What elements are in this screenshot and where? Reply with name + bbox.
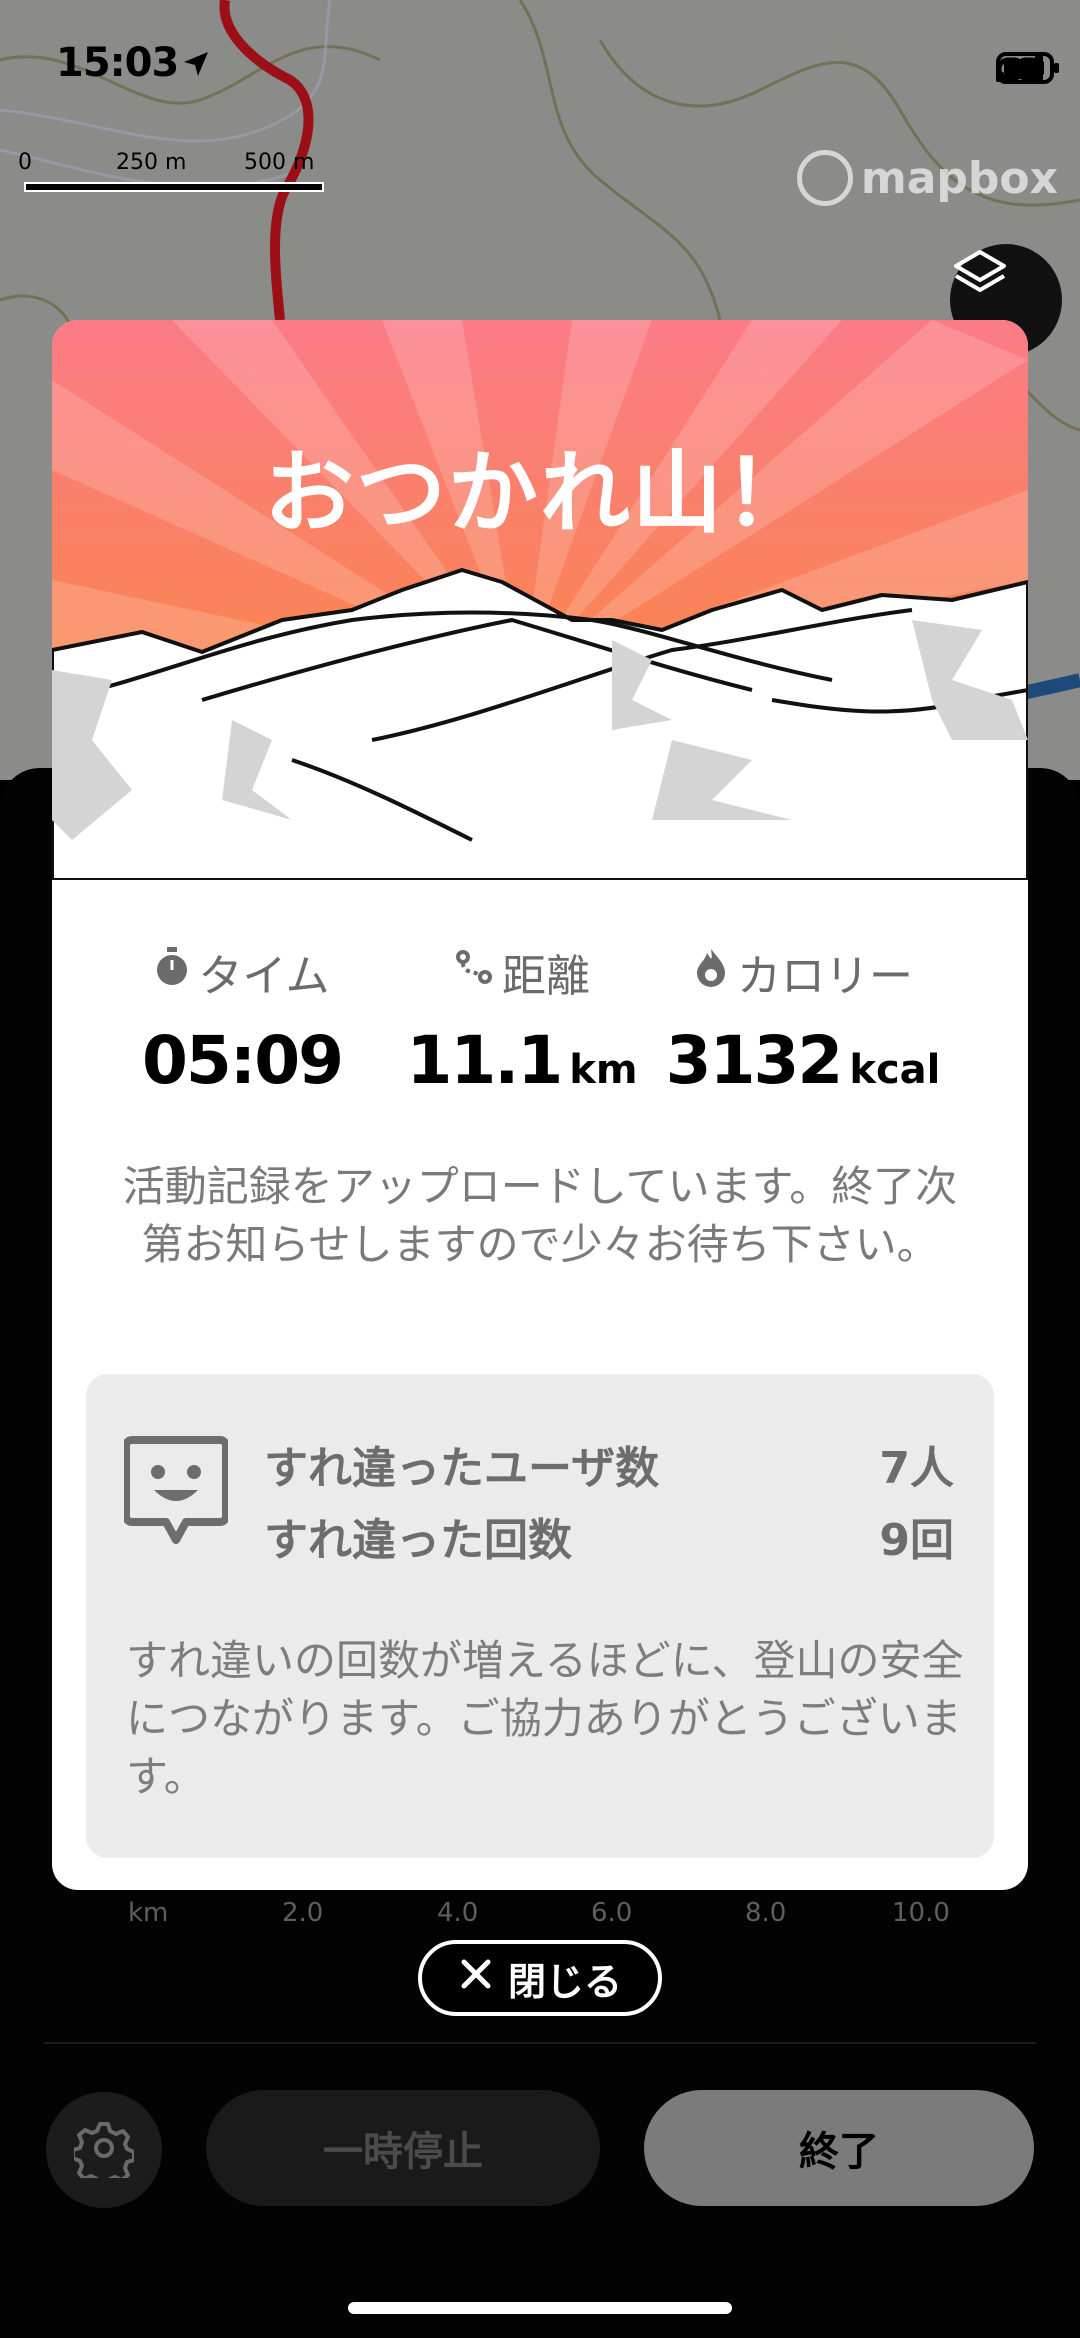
passed-users-value: 7人 bbox=[879, 1443, 954, 1494]
route-icon bbox=[454, 947, 494, 998]
mapbox-wordmark: mapbox bbox=[860, 152, 1058, 204]
stat-label-row: タイム bbox=[122, 940, 362, 1004]
stat-label-row: カロリー bbox=[658, 940, 948, 1004]
passed-count-label: すれ違った回数 bbox=[264, 1515, 572, 1566]
close-button[interactable]: 閉じる bbox=[418, 1940, 662, 2016]
stat-distance-value: 11.1 km bbox=[392, 1022, 652, 1099]
stat-distance-label: 距離 bbox=[502, 951, 590, 1002]
summary-modal: おつかれ山！ タイム 05:09 距離 11.1 km カロリー 3132 kc… bbox=[52, 320, 1028, 1890]
home-indicator bbox=[348, 2302, 732, 2314]
mapbox-logo: mapbox bbox=[796, 150, 1058, 206]
settings-button[interactable] bbox=[46, 2092, 162, 2208]
passed-count-row: すれ違った回数 9回 bbox=[264, 1504, 954, 1568]
mapbox-mark-icon bbox=[796, 150, 853, 206]
upload-message: 活動記録をアップロードしています。終了次第お知らせしますので少々お待ち下さい。 bbox=[122, 1162, 958, 1269]
smiley-tag-icon bbox=[122, 1436, 230, 1550]
scale-bar bbox=[24, 182, 324, 192]
end-button[interactable]: 終了 bbox=[644, 2090, 1034, 2206]
summary-hero: おつかれ山！ bbox=[52, 320, 1028, 882]
stat-calories: カロリー 3132 kcal bbox=[658, 940, 948, 1099]
gear-icon bbox=[71, 2118, 136, 2188]
mountain-illustration bbox=[52, 320, 1028, 882]
stat-label-row: 距離 bbox=[392, 940, 652, 1004]
stat-distance: 距離 11.1 km bbox=[392, 940, 652, 1099]
summary-title: おつかれ山！ bbox=[264, 441, 816, 546]
passing-note: すれ違いの回数が増えるほどに、登山の安全につながります。ご協力ありがとうございま… bbox=[126, 1636, 964, 1801]
stat-distance-number: 11.1 bbox=[406, 1022, 563, 1099]
passing-info-box: すれ違ったユーザ数 7人 すれ違った回数 9回 すれ違いの回数が増えるほどに、登… bbox=[86, 1374, 994, 1858]
axis-label: km bbox=[128, 1898, 169, 1928]
scale-label-500: 500 m bbox=[244, 150, 315, 175]
stat-calories-unit: kcal bbox=[849, 1047, 941, 1093]
divider bbox=[44, 2042, 1036, 2044]
stat-distance-unit: km bbox=[569, 1047, 638, 1093]
stat-time: タイム 05:09 bbox=[122, 940, 362, 1099]
stat-calories-number: 3132 bbox=[665, 1022, 844, 1099]
close-icon bbox=[458, 1956, 494, 2001]
axis-label: 6.0 bbox=[591, 1898, 633, 1928]
stat-time-label: タイム bbox=[198, 951, 330, 1002]
passed-users-row: すれ違ったユーザ数 7人 bbox=[264, 1432, 954, 1496]
elevation-chart-axis: km 2.0 4.0 6.0 8.0 10.0 bbox=[0, 1898, 1080, 1938]
stat-calories-value: 3132 kcal bbox=[658, 1022, 948, 1099]
close-label: 閉じる bbox=[507, 1959, 622, 2004]
flame-icon bbox=[693, 947, 729, 998]
stopwatch-icon bbox=[154, 946, 190, 998]
scale-label-250: 250 m bbox=[116, 150, 187, 175]
map-scale: 0 250 m 500 m bbox=[16, 150, 324, 210]
status-time: 15:03 bbox=[56, 40, 179, 86]
passed-count-value: 9回 bbox=[879, 1515, 954, 1566]
stat-time-value: 05:09 bbox=[122, 1022, 362, 1099]
passed-users-label: すれ違ったユーザ数 bbox=[264, 1443, 660, 1494]
scale-label-0: 0 bbox=[18, 150, 32, 175]
activity-stats: タイム 05:09 距離 11.1 km カロリー 3132 kcal bbox=[52, 940, 1028, 1120]
axis-label: 2.0 bbox=[282, 1898, 324, 1928]
pause-button[interactable]: 一時停止 bbox=[206, 2090, 600, 2206]
status-bar: 15:03 bbox=[0, 0, 1080, 130]
stat-calories-label: カロリー bbox=[737, 951, 913, 1002]
stat-time-number: 05:09 bbox=[141, 1022, 344, 1099]
axis-label: 10.0 bbox=[892, 1898, 950, 1928]
axis-label: 4.0 bbox=[437, 1898, 479, 1928]
axis-label: 8.0 bbox=[745, 1898, 787, 1928]
